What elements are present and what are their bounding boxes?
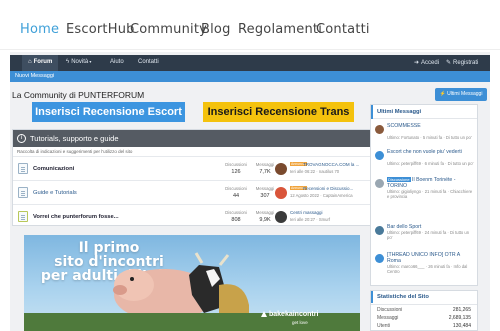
info-icon: i [17,134,26,143]
sidebar-statistiche: Statistiche del Sito Discussioni 281,265… [370,290,478,331]
stats-title: Statistiche del Sito [377,294,429,300]
discussioni-count: 808 [231,217,241,223]
advertising-banner[interactable]: Il primo sito d'incontri per adulti d'it… [24,235,360,331]
avatar[interactable] [375,254,384,263]
thread-meta: Ultimo: gigioliyngo · 21 minuti fa · Chi… [387,189,473,199]
nav-community[interactable]: Community [130,22,207,37]
stat-label: Discussioni [377,307,403,313]
last-post-meta: Ieri alle 06:22 · nautilus 70 [290,169,340,174]
forum-icon [18,187,28,198]
sidebar-thread[interactable]: Discussione Il Boenm Torinéte - TORINO U… [371,175,477,203]
recensione-escort-button[interactable]: Inserisci Recensione Escort [32,102,185,122]
stat-value: 281,265 [452,307,471,313]
banner-brand: bakekaincontri [269,311,319,318]
home-icon: ⌂ [28,59,32,65]
last-post-meta: Ieri alle 20:27 · Smurf [290,217,331,222]
forum-title[interactable]: Vorrei che punterforum fosse... [33,214,119,220]
forum-row[interactable]: Guide e Tutorials Discussioni 44 Messagg… [13,180,373,204]
forum-title[interactable]: Guide e Tutorials [33,190,77,196]
avatar[interactable] [375,179,384,188]
sidebar-ultimi-messaggi: Ultimi Messaggi SCOMMESSE Ultimo: Fortun… [370,104,478,230]
last-post-title[interactable]: TROVAGNOCCA.COM la ... [303,162,359,167]
nav-escorthub[interactable]: EscortHub [66,22,135,37]
thread-title[interactable]: SCOMMESSE [387,123,475,129]
nav-home[interactable]: Home [20,22,59,37]
stat-label: Utenti [377,323,391,329]
thread-meta: Ultimo: peterpiff69 · 6 minuti fa · Di t… [387,161,474,166]
novita-tab[interactable]: ϟ Novità ▾ [66,59,91,65]
avatar[interactable] [275,163,287,175]
avatar[interactable] [275,211,287,223]
thread-title[interactable]: Escort che non vuole piu' vederti [387,149,475,155]
forum-row[interactable]: Comunicazioni Discussioni 126 Messaggi 7… [13,156,373,180]
thread-meta: Ultimo: marco66___ · 26 minuti fa · Info… [387,264,468,274]
aiuto-tab[interactable]: Aiuto [110,59,124,65]
bakeka-logo-icon [261,311,267,317]
site-nav: Home EscortHub Community Blog Regolament… [0,0,500,50]
discussioni-label: Discussioni [225,162,247,167]
discussioni-label: Discussioni [225,210,247,215]
thread-title[interactable]: Discussione Il Boenm Torinéte - TORINO [387,177,475,189]
category-header[interactable]: i Tutorials, supporto e guide [13,130,373,147]
forum-title[interactable]: Comunicazioni [33,166,74,172]
contatti-tab[interactable]: Contatti [138,59,159,65]
stat-value: 130,484 [452,323,471,329]
recensione-trans-button[interactable]: Inserisci Recensione Trans [203,102,354,122]
nav-contatti[interactable]: Contatti [316,22,370,37]
accedi-link[interactable]: ➜ Accedi [414,59,439,66]
sidebar-thread[interactable]: Escort che non vuole piu' vederti Ultimo… [371,147,477,175]
bolt-icon: ⚡ [439,91,446,97]
last-post-title[interactable]: Recensioni e Discussio... [303,186,353,191]
avatar[interactable] [375,125,384,134]
nav-blog[interactable]: Blog [201,22,231,37]
category-description: Raccolta di indicazioni e suggerimenti p… [17,149,133,154]
forum-category: i Tutorials, supporto e guide Raccolta d… [12,129,374,226]
register-icon: ✎ [446,60,452,66]
forum-row[interactable]: Vorrei che punterforum fosse... Discussi… [13,204,373,228]
stat-value: 2,689,135 [448,315,471,321]
lightning-icon: ϟ [66,59,70,65]
registrati-link[interactable]: ✎ Registrati [446,59,478,66]
forum-subnav: Nuovi Messaggi [10,71,490,82]
category-title: Tutorials, supporto e guide [30,134,119,143]
discussioni-count: 126 [231,169,241,175]
page-title: La Community di PUNTERFORUM [12,90,145,100]
sidebar-thread[interactable]: Bar dello Sport Ultimo: peterpiff69 · 24… [371,222,477,250]
sidebar-thread[interactable]: SCOMMESSE Ultimo: Fortunato · 5 minuti f… [371,121,477,149]
nav-regolamenti[interactable]: Regolamenti [238,22,322,37]
avatar[interactable] [275,187,287,199]
forum-tab[interactable]: ⌂ Forum [22,55,59,71]
thread-meta: Ultimo: Fortunato · 5 minuti fa · Di tut… [387,135,472,140]
discussioni-count: 44 [232,193,240,199]
ultimi-messaggi-button[interactable]: ⚡ Ultimi Messaggi [435,88,487,101]
forum-navbar: ⌂ Forum ϟ Novità ▾ Aiuto Contatti ➜ Accedi … [10,55,490,71]
discussione-tag: Discussione [387,177,411,182]
nuovi-messaggi-link[interactable]: Nuovi Messaggi [15,73,54,79]
sidebar-ultimi-messaggi-cont: Bar dello Sport Ultimo: peterpiff69 · 24… [370,222,478,286]
avatar[interactable] [375,151,384,160]
banner-tagline: get love [292,320,308,325]
sidebar-thread[interactable]: [THREAD UNICO INFO] OTR A Roma Ultimo: m… [371,250,477,278]
thread-meta: Ultimo: peterpiff69 · 24 minuti fa · Di … [387,230,470,240]
lightbulb-icon [18,211,28,222]
discussioni-label: Discussioni [225,186,247,191]
avatar[interactable] [375,226,384,235]
last-post-meta: 12 Agosto 2022 · CaptainAmerica [290,193,353,198]
sidebar-header: Ultimi Messaggi [371,105,477,119]
thread-title[interactable]: [THREAD UNICO INFO] OTR A Roma [387,252,475,264]
last-post-title[interactable]: Centri massaggi [290,210,323,215]
login-icon: ➜ [414,60,420,66]
stat-label: Messaggi [377,315,399,321]
forum-icon [18,163,28,174]
